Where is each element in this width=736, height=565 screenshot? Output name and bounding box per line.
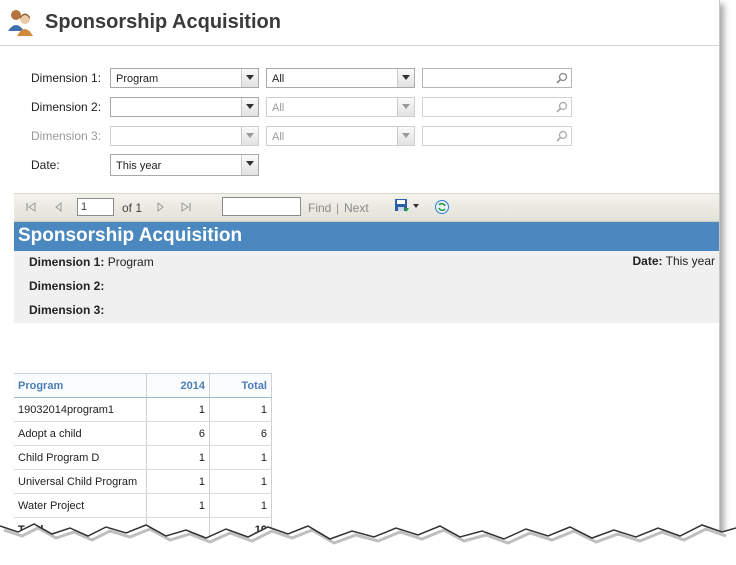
year-cell: 1 [146, 397, 210, 422]
date-value: This year [116, 160, 162, 172]
dimension2-select[interactable] [110, 97, 259, 117]
dimension2-search-input [422, 97, 572, 117]
dimension3-sub-select: All [266, 126, 415, 146]
dimension1-value: Program [116, 73, 159, 85]
chevron-down-icon [241, 127, 258, 145]
total-cell: 1 [209, 469, 272, 494]
total-cell: 6 [209, 421, 272, 446]
report-date-label: Date: [632, 254, 663, 268]
search-icon[interactable] [556, 72, 568, 84]
search-icon [556, 130, 568, 142]
date-select[interactable]: This year [110, 154, 259, 176]
chevron-down-icon[interactable] [241, 69, 258, 87]
program-cell: 19032014program1 [14, 397, 147, 422]
column-header-2014[interactable]: 2014 [146, 373, 210, 398]
report-dimension1-value: Program [107, 255, 154, 269]
column-header-program[interactable]: Program [14, 373, 147, 398]
report-dimension3-label: Dimension 3: [29, 303, 105, 317]
people-icon [8, 10, 33, 36]
date-label: Date: [31, 158, 60, 172]
previous-page-icon[interactable] [52, 200, 66, 214]
report-dimension2-label: Dimension 2: [29, 279, 105, 293]
report-parameters: Dimension 1: Program Dimension 2: Dimens… [14, 251, 719, 323]
dimension1-label: Dimension 1: [31, 71, 102, 85]
page-number-input[interactable]: 1 [77, 198, 114, 216]
chevron-down-icon[interactable] [397, 69, 414, 87]
report-dimension3: Dimension 3: [29, 303, 104, 317]
chevron-down-icon [397, 98, 414, 116]
next-link[interactable]: Next [344, 201, 369, 215]
last-page-icon[interactable] [179, 200, 193, 214]
program-cell: Adopt a child [14, 421, 147, 446]
dimension3-sub-value: All [272, 131, 285, 143]
program-cell: Child Program D [14, 445, 147, 470]
report-toolbar: 1 of 1 Find | Next [14, 193, 719, 222]
report-window: Sponsorship Acquisition Dimension 1: Pro… [0, 0, 720, 540]
chevron-down-icon [397, 127, 414, 145]
dimension1-select[interactable]: Program [110, 68, 259, 88]
dimension1-search-input[interactable] [422, 68, 572, 88]
table-header-row: Program 2014 Total [14, 373, 272, 398]
chevron-down-icon[interactable] [412, 203, 420, 209]
report-title: Sponsorship Acquisition [18, 225, 243, 246]
next-page-icon[interactable] [153, 200, 167, 214]
find-input[interactable] [222, 197, 301, 216]
page-title: Sponsorship Acquisition [45, 11, 281, 33]
report-dimension1-label: Dimension 1: [29, 255, 105, 269]
report-date-value: This year [665, 254, 715, 268]
table-row: Universal Child Program 1 1 [14, 469, 272, 494]
year-cell: 6 [146, 421, 210, 446]
first-page-icon[interactable] [24, 200, 38, 214]
year-cell: 1 [146, 469, 210, 494]
dimension3-search-input [422, 126, 572, 146]
program-cell: Universal Child Program [14, 469, 147, 494]
report-dimension2: Dimension 2: [29, 279, 104, 293]
year-cell: 1 [146, 445, 210, 470]
report-dimension1: Dimension 1: Program [29, 255, 154, 269]
dimension2-sub-select: All [266, 97, 415, 117]
page-of-label: of 1 [122, 201, 143, 215]
column-header-total[interactable]: Total [209, 373, 272, 398]
page-header: Sponsorship Acquisition [0, 0, 719, 46]
report-date: Date: This year [633, 254, 716, 268]
dimension1-sub-value: All [272, 73, 285, 85]
torn-edge-decoration [0, 523, 736, 565]
find-link[interactable]: Find [308, 201, 331, 215]
table-row: Adopt a child 6 6 [14, 421, 272, 446]
chevron-down-icon[interactable] [241, 98, 258, 116]
dimension2-label: Dimension 2: [31, 100, 102, 114]
dimension1-sub-select[interactable]: All [266, 68, 415, 88]
dimension2-sub-value: All [272, 102, 285, 114]
chevron-down-icon[interactable] [241, 155, 258, 175]
report-title-bar: Sponsorship Acquisition [14, 222, 719, 251]
dimension3-select [110, 126, 259, 146]
dimension3-label: Dimension 3: [31, 129, 102, 143]
refresh-icon[interactable] [434, 199, 450, 215]
search-icon [556, 101, 568, 113]
total-cell: 1 [209, 397, 272, 422]
table-row: Child Program D 1 1 [14, 445, 272, 470]
toolbar-separator: | [336, 201, 340, 215]
export-save-icon[interactable] [394, 198, 410, 214]
table-row: 19032014program1 1 1 [14, 397, 272, 422]
total-cell: 1 [209, 445, 272, 470]
